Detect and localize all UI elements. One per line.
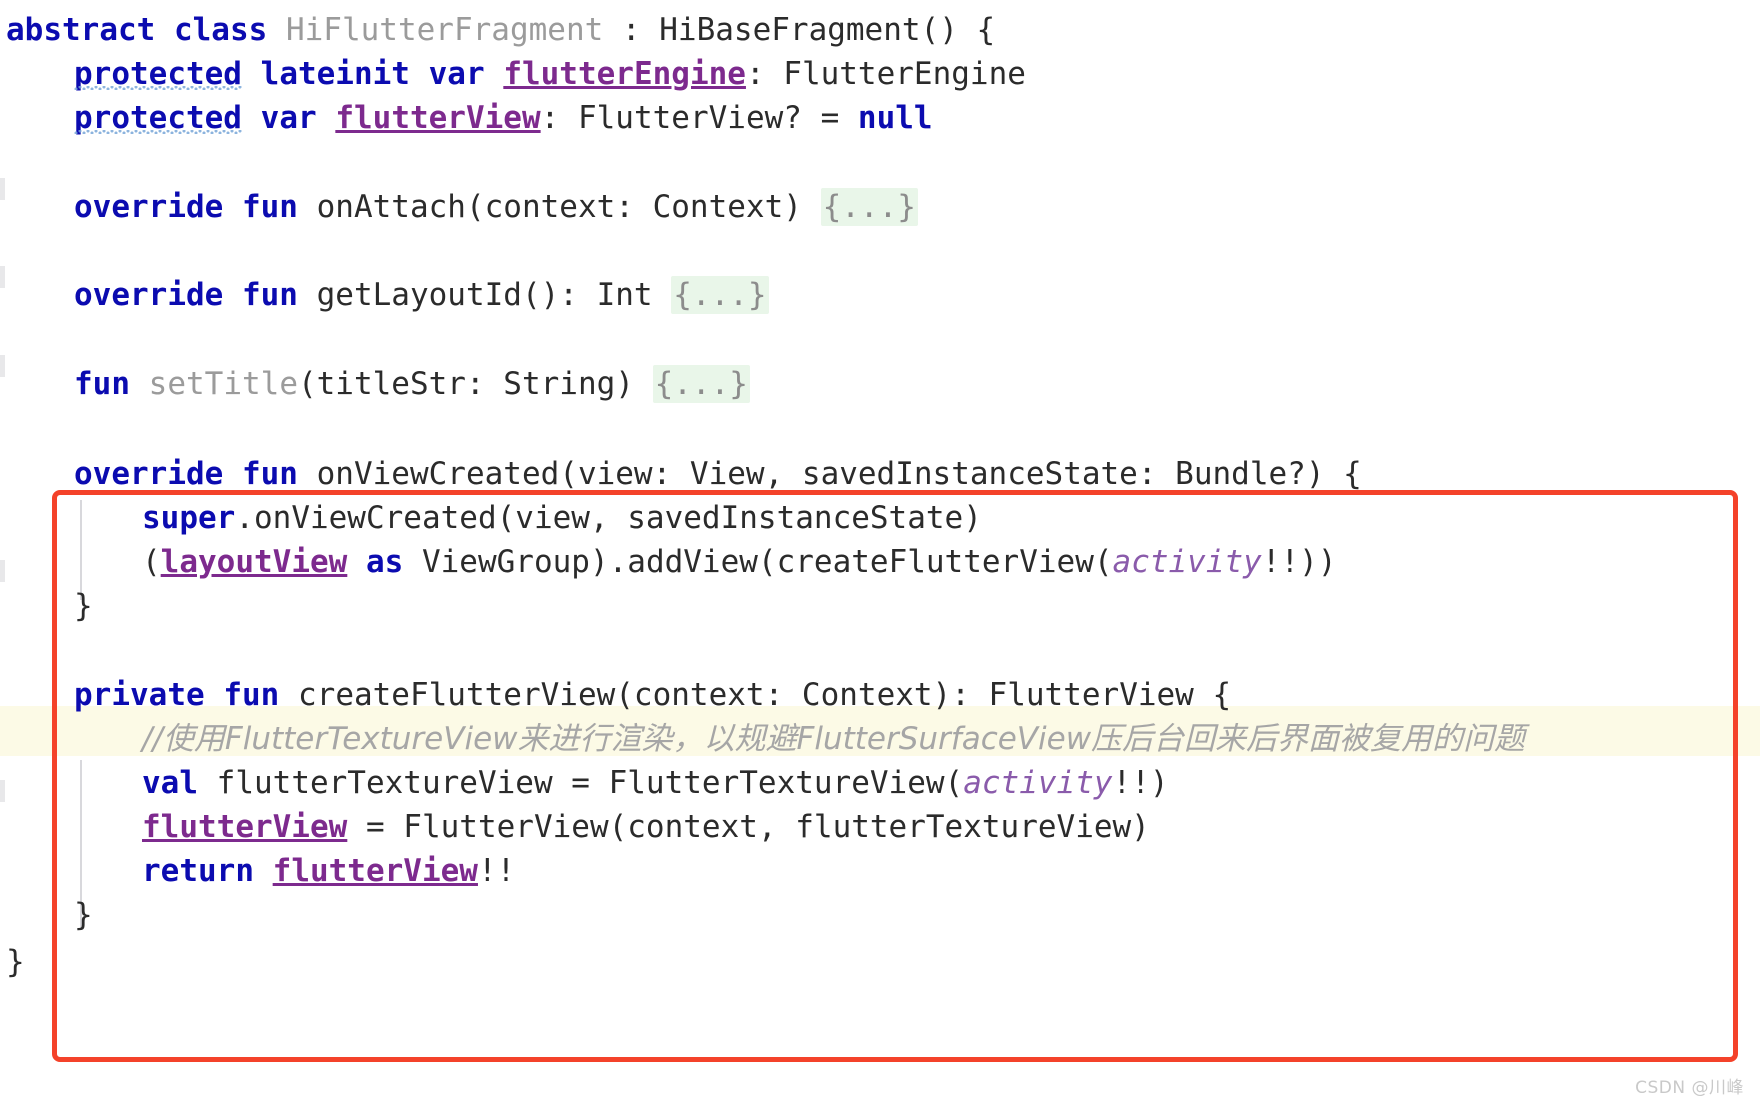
code-token-kw: fun <box>241 189 298 225</box>
code-token-kw: return <box>142 853 254 889</box>
code-line[interactable]: //使用FlutterTextureView来进行渲染，以规避FlutterSu… <box>0 717 1760 761</box>
code-token-param: activity <box>963 765 1113 801</box>
code-token-kw: var <box>428 56 485 92</box>
code-token-fld: flutterEngine <box>503 56 746 92</box>
code-token-plain: onAttach(context: Context) <box>297 189 821 225</box>
code-editor[interactable]: abstract class HiFlutterFragment : HiBas… <box>0 0 1760 1108</box>
watermark: CSDN @川峰 <box>1635 1078 1744 1098</box>
code-token-kw: override <box>74 456 224 492</box>
code-line[interactable]: override fun onViewCreated(view: View, s… <box>0 452 1760 496</box>
code-token-kw: class <box>173 12 268 48</box>
code-line[interactable]: } <box>0 893 1760 937</box>
code-token-plain: ViewGroup).addView(createFlutterView( <box>403 544 1113 580</box>
code-token-typ: HiFlutterFragment <box>285 12 604 48</box>
code-token-plain: onViewCreated(view: View, savedInstanceS… <box>297 456 1362 492</box>
code-token-plain: ( <box>142 544 161 580</box>
code-line[interactable] <box>0 140 1760 184</box>
code-token-kw: fun <box>241 456 298 492</box>
code-token-kw: abstract <box>6 12 156 48</box>
code-token-kw: as <box>365 544 404 580</box>
code-line[interactable]: override fun getLayoutId(): Int {...} <box>0 273 1760 317</box>
code-token-fold: {...} <box>820 188 918 226</box>
code-token-typ: setTitle <box>148 366 298 402</box>
code-line[interactable]: return flutterView!! <box>0 849 1760 893</box>
code-token-fld: flutterView <box>272 853 478 889</box>
code-token-plain: (titleStr: String) <box>297 366 653 402</box>
code-line[interactable]: (layoutView as ViewGroup).addView(create… <box>0 540 1760 584</box>
code-line[interactable] <box>0 229 1760 273</box>
code-token-fold: {...} <box>671 276 769 314</box>
code-token-plain: : HiBaseFragment() { <box>603 12 996 48</box>
code-token-plain: } <box>74 897 93 933</box>
code-line[interactable]: } <box>0 584 1760 628</box>
code-line[interactable]: protected lateinit var flutterEngine: Fl… <box>0 52 1760 96</box>
code-token-kw: val <box>142 765 198 801</box>
code-lines[interactable]: abstract class HiFlutterFragment : HiBas… <box>0 0 1760 1108</box>
code-line[interactable] <box>0 317 1760 361</box>
code-token-kw: private <box>74 677 205 713</box>
code-token-kw: var <box>260 100 317 136</box>
code-line[interactable]: flutterView = FlutterView(context, flutt… <box>0 805 1760 849</box>
code-line[interactable]: protected var flutterView: FlutterView? … <box>0 96 1760 140</box>
code-token-kw: protected <box>74 56 242 92</box>
code-token-fold: {...} <box>652 365 750 403</box>
code-token-plain: !!)) <box>1261 544 1337 580</box>
code-token-param: activity <box>1112 544 1262 580</box>
code-line[interactable]: private fun createFlutterView(context: C… <box>0 673 1760 717</box>
code-token-plain: : FlutterEngine <box>745 56 1026 92</box>
code-token-plain: .onViewCreated(view, savedInstanceState) <box>235 500 982 536</box>
code-token-fld: flutterView <box>335 100 541 136</box>
code-token-kw: fun <box>223 677 280 713</box>
code-token-plain: = FlutterView(context, flutterTextureVie… <box>347 809 1150 845</box>
code-line[interactable]: super.onViewCreated(view, savedInstanceS… <box>0 496 1760 540</box>
code-token-kw: super <box>142 500 236 536</box>
code-token-kw: fun <box>74 366 130 402</box>
code-token-plain: } <box>74 588 93 624</box>
code-token-plain: : FlutterView? = <box>540 100 858 136</box>
code-token-kw: lateinit <box>260 56 410 92</box>
code-line[interactable] <box>0 406 1760 450</box>
code-token-kw: override <box>74 189 224 225</box>
code-token-plain: getLayoutId(): Int <box>297 277 672 313</box>
code-token-plain: } <box>6 944 25 980</box>
code-token-plain: flutterTextureView = FlutterTextureView( <box>198 765 964 801</box>
code-line[interactable]: override fun onAttach(context: Context) … <box>0 185 1760 229</box>
code-token-plain: createFlutterView(context: Context): Flu… <box>279 677 1232 713</box>
code-token-kw: protected <box>74 100 242 136</box>
code-line[interactable]: fun setTitle(titleStr: String) {...} <box>0 362 1760 406</box>
code-token-fld: layoutView <box>160 544 348 580</box>
code-token-kw: override <box>74 277 224 313</box>
code-line[interactable]: val flutterTextureView = FlutterTextureV… <box>0 761 1760 805</box>
code-token-plain: !!) <box>1112 765 1169 801</box>
code-token-plain: !! <box>477 853 516 889</box>
code-token-kw: null <box>857 100 933 136</box>
code-line[interactable]: } <box>0 940 1760 984</box>
code-line[interactable]: abstract class HiFlutterFragment : HiBas… <box>0 8 1760 52</box>
code-token-kw: fun <box>241 277 298 313</box>
code-token-cmt: //使用FlutterTextureView来进行渲染，以规避FlutterSu… <box>142 721 1526 757</box>
code-line[interactable] <box>0 628 1760 672</box>
code-token-fld: flutterView <box>142 809 348 845</box>
